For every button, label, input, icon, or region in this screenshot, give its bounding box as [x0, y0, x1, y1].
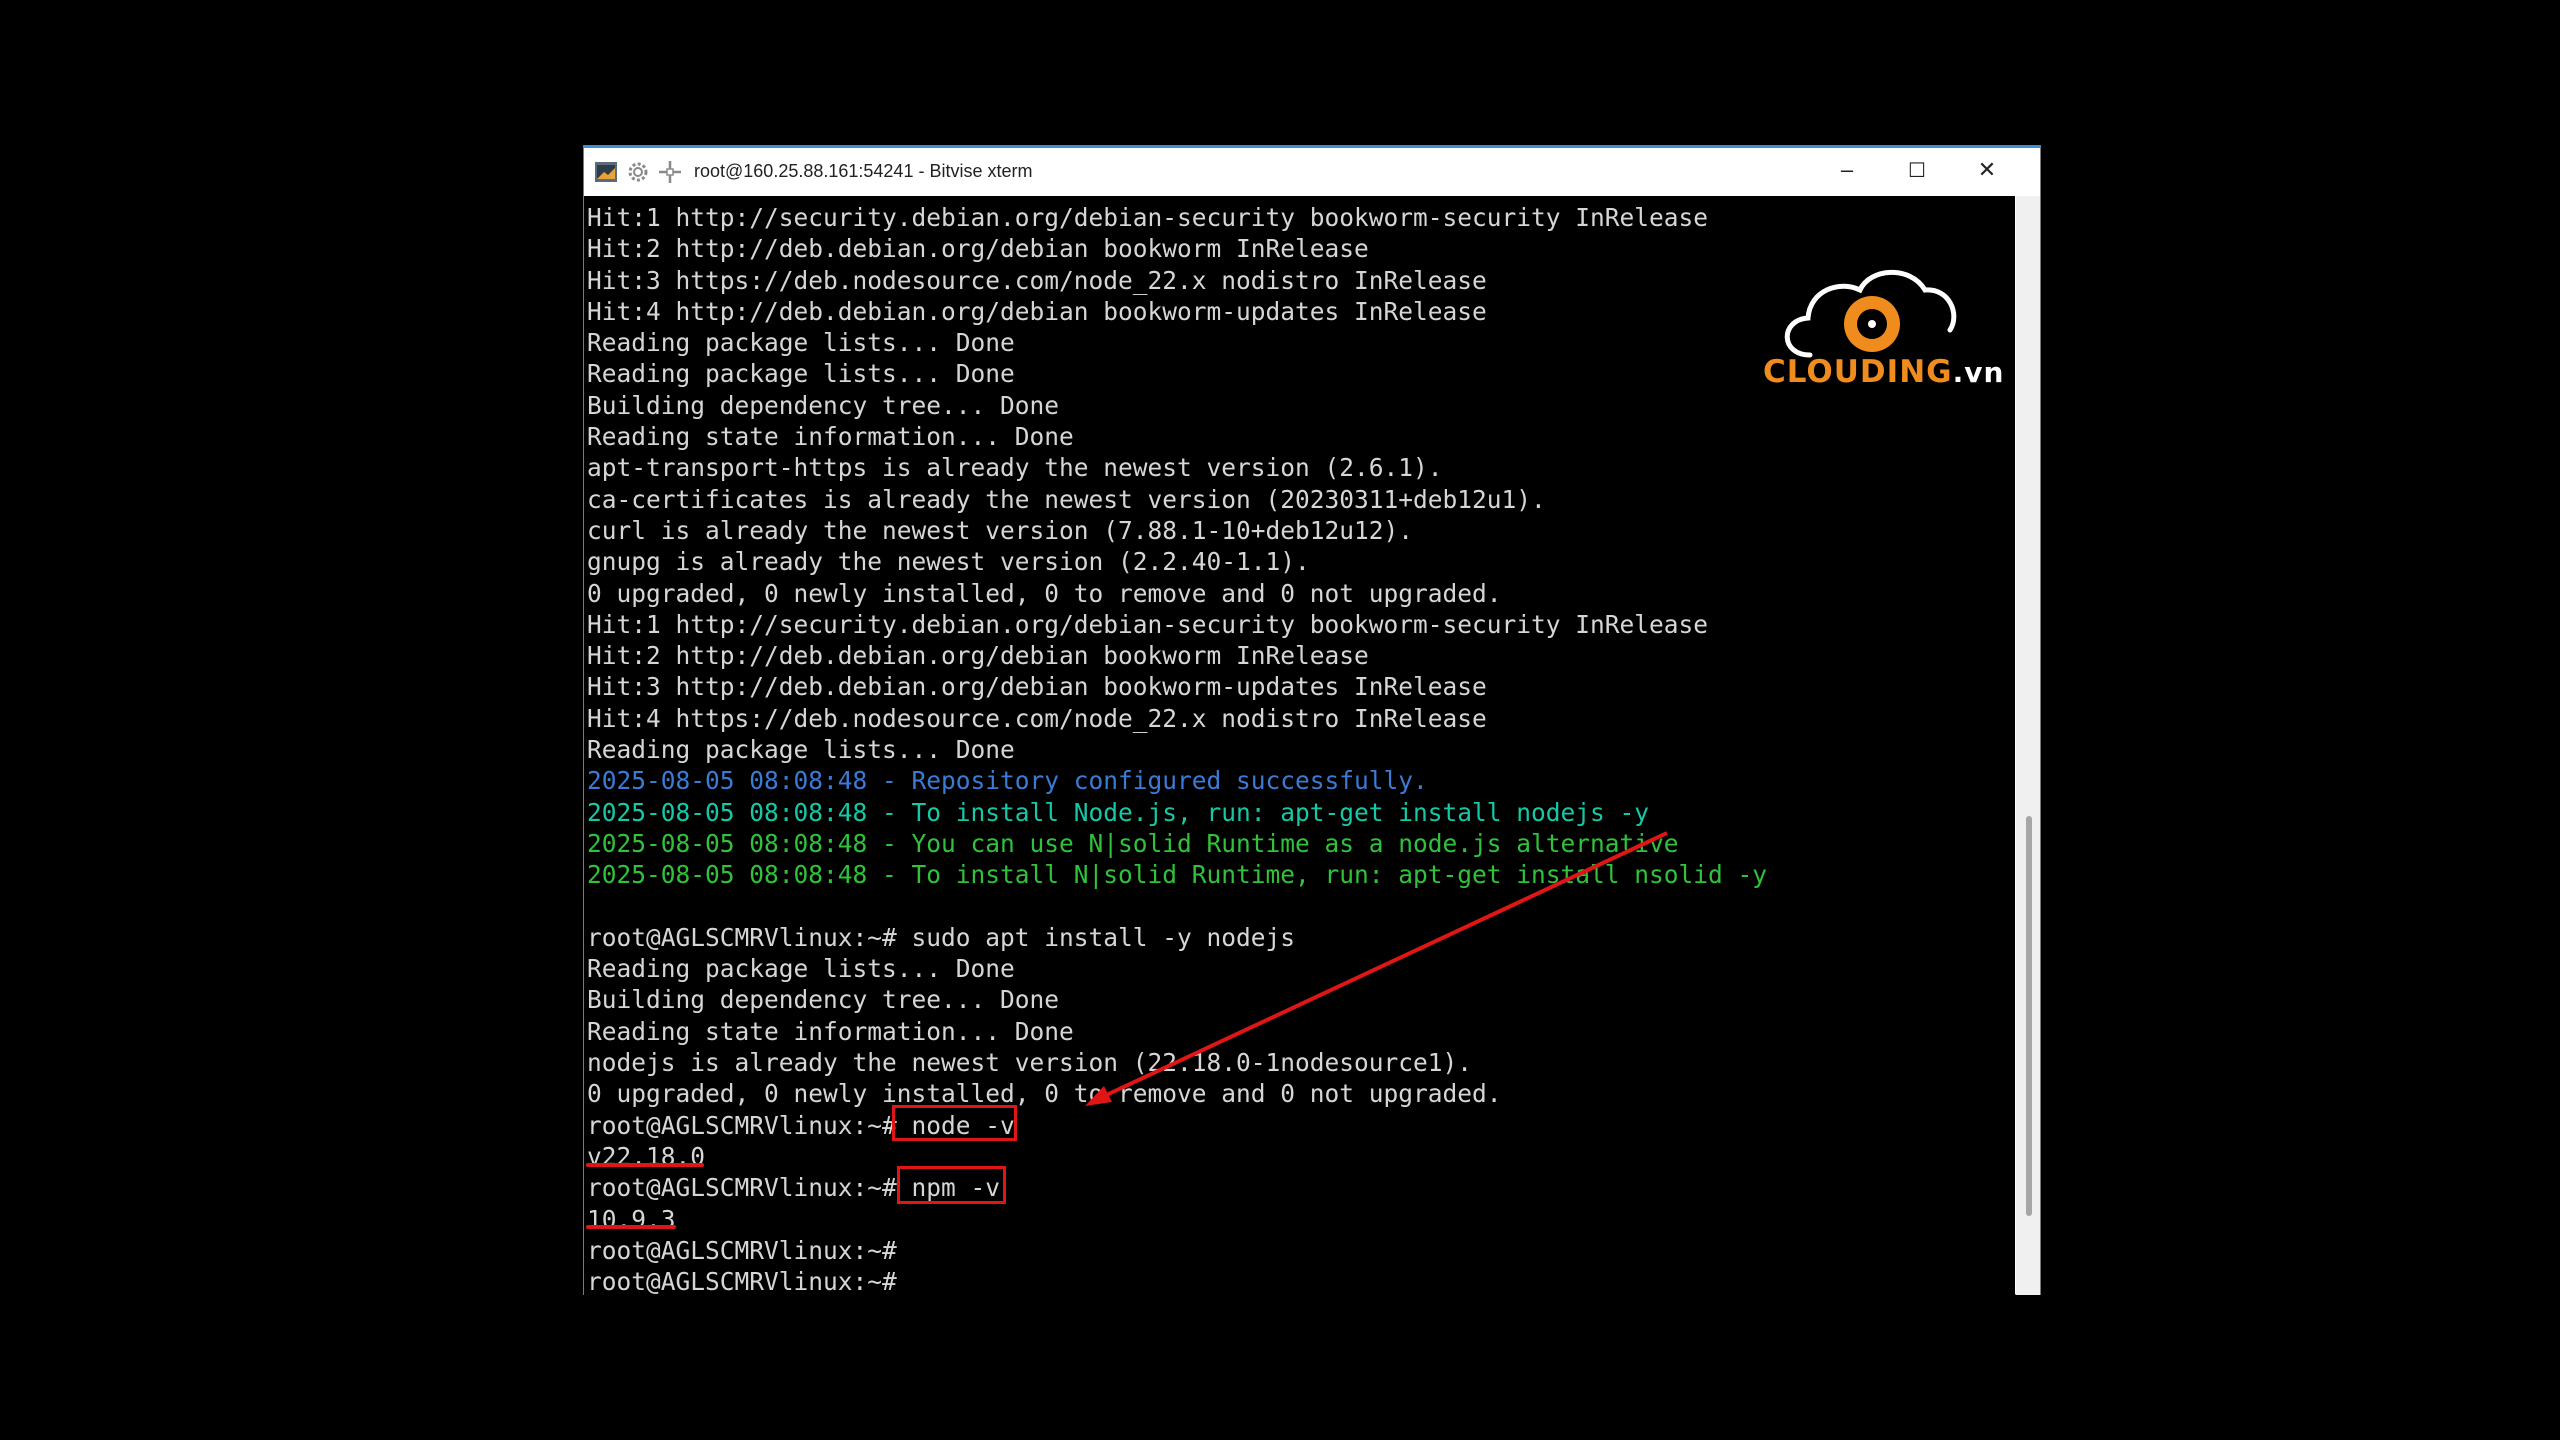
terminal-line: Hit:2 http://deb.debian.org/debian bookw… [587, 641, 1369, 671]
terminal-line: root@AGLSCMRVlinux:~# node -v [587, 1110, 1015, 1140]
gear-icon[interactable] [626, 160, 650, 184]
underline-node-version [586, 1163, 704, 1167]
terminal-line: Building dependency tree... Done [587, 390, 1060, 420]
terminal-line: Reading state information... Done [587, 422, 1074, 452]
terminal-line: nodejs is already the newest version (22… [587, 1048, 1473, 1078]
logo-brand: CLOUDING [1763, 354, 1953, 390]
terminal-line: Reading package lists... Done [587, 954, 1015, 984]
move-icon[interactable] [658, 160, 682, 184]
terminal-line: Hit:3 https://deb.nodesource.com/node_22… [587, 265, 1487, 295]
title-bar[interactable]: root@160.25.88.161:54241 - Bitvise xterm… [584, 148, 2040, 196]
terminal-line: 2025-08-05 08:08:48 - Repository configu… [587, 766, 1428, 796]
vertical-scrollbar[interactable] [2016, 196, 2040, 1295]
terminal-line: v22.18.0 [587, 1141, 706, 1171]
logo-tld: .vn [1952, 356, 2005, 389]
terminal-line: Hit:1 http://security.debian.org/debian-… [587, 203, 1709, 232]
underline-npm-version [586, 1225, 676, 1229]
terminal-line: Hit:2 http://deb.debian.org/debian bookw… [587, 234, 1369, 264]
terminal-line: 10.9.3 [587, 1204, 676, 1234]
close-button[interactable]: ✕ [1952, 148, 2022, 192]
clouding-logo-text: CLOUDING.vn [1763, 354, 2004, 390]
terminal-app-icon[interactable] [594, 160, 618, 184]
terminal-lines: Hit:1 http://security.debian.org/debian-… [587, 202, 1767, 1295]
terminal-line: 2025-08-05 08:08:48 - You can use N|soli… [587, 828, 1679, 858]
terminal-line: 2025-08-05 08:08:48 - To install N|solid… [587, 860, 1768, 890]
highlight-box-npm-v [897, 1166, 1006, 1204]
scrollbar-thumb[interactable] [2026, 816, 2032, 1216]
window-title: root@160.25.88.161:54241 - Bitvise xterm [694, 161, 1033, 181]
minimize-icon: – [1840, 157, 1854, 182]
terminal-line: Reading state information... Done [587, 1016, 1074, 1046]
terminal-line: 2025-08-05 08:08:48 - To install Node.js… [587, 797, 1650, 827]
terminal-line: root@AGLSCMRVlinux:~# [587, 1267, 897, 1295]
terminal-line: apt-transport-https is already the newes… [587, 453, 1443, 483]
terminal-line: Building dependency tree... Done [587, 985, 1060, 1015]
terminal-line: 0 upgraded, 0 newly installed, 0 to remo… [587, 578, 1502, 608]
maximize-button[interactable]: ☐ [1882, 148, 1952, 192]
terminal-line: root@AGLSCMRVlinux:~# sudo apt install -… [587, 922, 1296, 952]
terminal-line: gnupg is already the newest version (2.2… [587, 547, 1310, 577]
maximize-icon: ☐ [1908, 159, 1926, 182]
terminal-line: 0 upgraded, 0 newly installed, 0 to remo… [587, 1079, 1502, 1109]
close-icon: ✕ [1977, 157, 1997, 182]
terminal-line: ca-certificates is already the newest ve… [587, 484, 1546, 514]
terminal-line: Hit:4 http://deb.debian.org/debian bookw… [587, 296, 1487, 326]
terminal-line: root@AGLSCMRVlinux:~# [587, 1235, 897, 1265]
terminal-line: Hit:3 http://deb.debian.org/debian bookw… [587, 672, 1487, 702]
terminal-line: Hit:4 https://deb.nodesource.com/node_22… [587, 703, 1487, 733]
terminal-line: Reading package lists... Done [587, 735, 1015, 765]
terminal-line: curl is already the newest version (7.88… [587, 515, 1414, 545]
terminal-line: Reading package lists... Done [587, 359, 1015, 389]
terminal-line: root@AGLSCMRVlinux:~# npm -v [587, 1173, 1001, 1203]
terminal-line: Reading package lists... Done [587, 328, 1015, 358]
minimize-button[interactable]: – [1812, 148, 1882, 192]
highlight-box-node-v [892, 1105, 1017, 1141]
terminal-line: Hit:1 http://security.debian.org/debian-… [587, 609, 1709, 639]
